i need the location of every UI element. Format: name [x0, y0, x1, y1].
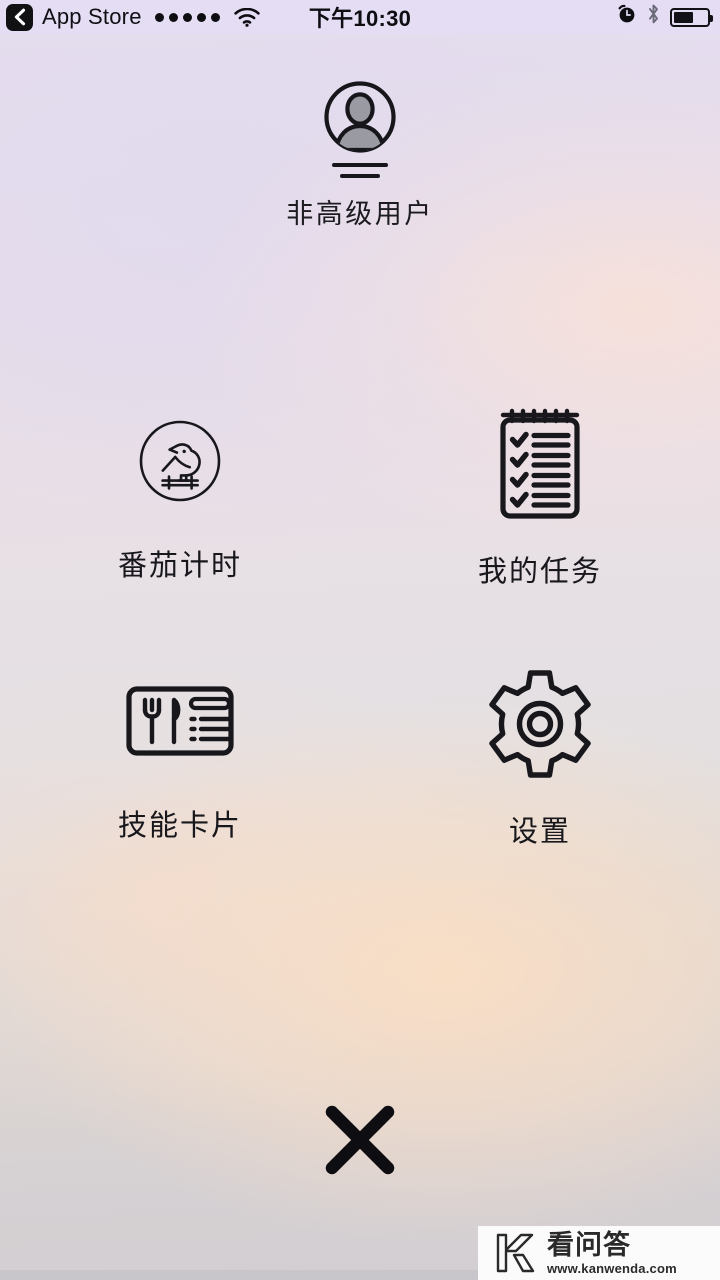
status-bar-right — [617, 3, 720, 31]
profile-header: 非高级用户 — [0, 78, 720, 231]
wifi-icon — [233, 7, 260, 27]
menu-item-tasks[interactable]: 我的任务 — [360, 406, 720, 588]
avatar-underlines-icon — [332, 163, 388, 178]
notepad-checklist-icon — [493, 406, 587, 522]
menu-grid: 番茄计时 我的任务 技能卡片 设置 — [0, 406, 720, 848]
signal-dots-icon — [154, 12, 220, 22]
status-bar: App Store 下午10:30 — [0, 0, 720, 34]
menu-item-skills[interactable]: 技能卡片 — [0, 666, 360, 844]
menu-item-settings[interactable]: 设置 — [360, 666, 720, 848]
app-screen: App Store 下午10:30 非高级用户 番茄计时 我的任务 技能卡片 设… — [0, 0, 720, 1280]
close-button[interactable] — [310, 1098, 410, 1182]
carrier-label[interactable]: App Store — [42, 4, 142, 30]
chevron-left-icon — [14, 8, 25, 26]
battery-icon — [670, 7, 713, 27]
alarm-clock-icon — [617, 4, 637, 30]
watermark-text: 看问答 www.kanwenda.com — [547, 1229, 677, 1276]
watermark-url: www.kanwenda.com — [547, 1260, 677, 1276]
menu-item-skills-label: 技能卡片 — [117, 810, 242, 842]
avatar[interactable] — [321, 78, 399, 178]
status-bar-left: App Store — [0, 3, 260, 31]
profile-name: 非高级用户 — [286, 199, 434, 229]
watermark: 看问答 www.kanwenda.com — [478, 1226, 720, 1280]
bird-in-circle-icon — [137, 406, 223, 516]
kanwenda-k-logo-icon — [496, 1233, 535, 1273]
menu-item-tasks-label: 我的任务 — [477, 556, 602, 588]
bluetooth-icon — [647, 3, 660, 31]
menu-item-pomodoro-label: 番茄计时 — [117, 550, 242, 582]
menu-card-icon — [125, 666, 235, 776]
menu-item-settings-label: 设置 — [508, 816, 571, 848]
user-avatar-icon — [324, 81, 396, 153]
back-to-app-store-button[interactable] — [6, 3, 33, 31]
clock-label: 下午10:30 — [308, 6, 412, 31]
menu-item-pomodoro[interactable]: 番茄计时 — [0, 406, 360, 584]
close-x-icon — [325, 1105, 395, 1175]
watermark-brand: 看问答 — [547, 1229, 631, 1260]
gear-icon — [482, 666, 598, 782]
